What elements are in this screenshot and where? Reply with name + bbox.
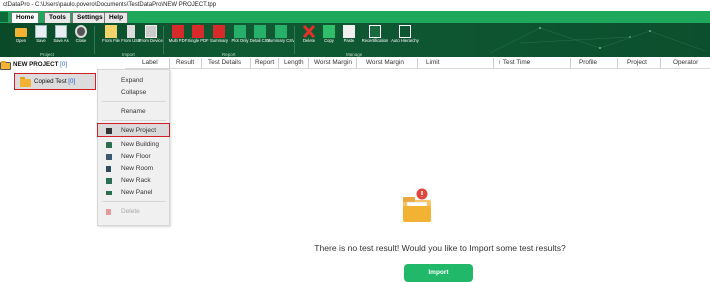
column-separator [493,58,494,68]
tree-root-label: NEW PROJECT [0] [13,61,68,68]
column-separator [250,58,251,68]
column-header-label[interactable]: Label [142,59,158,66]
column-header-profile[interactable]: Profile [579,59,597,66]
menu-item-rename[interactable]: Rename [98,106,169,118]
column-header-operator[interactable]: Operator [673,59,698,66]
plot-only-button[interactable]: Plot Only [229,24,251,50]
menu-bar: Home Tools Settings Help [0,11,710,23]
csv-icon [254,25,266,38]
ribbon-decoration [489,27,706,54]
pdf-icon [172,25,184,38]
menu-separator [102,120,166,121]
column-separator [356,58,357,68]
open-folder-icon [15,28,27,37]
open-button[interactable]: Open [10,24,32,50]
close-button[interactable]: Close [70,24,92,50]
close-circle-icon [75,25,87,38]
column-separator [417,58,418,68]
csv-summary-icon [275,25,287,38]
device-import-icon [145,25,157,38]
usb-import-icon [127,25,135,38]
import-from-device-button[interactable]: From Device [139,24,163,50]
building-icon [106,142,112,148]
paste-button[interactable]: Paste [338,24,360,50]
empty-folder-alert-icon [403,188,431,222]
menu-item-new-project[interactable]: New Project [97,123,170,137]
tab-settings[interactable]: Settings [72,12,108,23]
folder-icon [0,61,11,70]
pdf-summary-icon [213,25,225,38]
rack-icon [106,178,112,184]
save-button[interactable]: Save [30,24,52,50]
room-icon [106,166,111,172]
column-header-report[interactable]: Report [255,59,274,66]
column-header-worst-margin[interactable]: Worst Margin [314,59,352,66]
menu-item-new-building[interactable]: New Building [98,139,169,151]
menu-item-collapse[interactable]: Collapse [98,87,169,99]
menu-separator [102,101,166,102]
column-header-test-time[interactable]: ↑ Test Time [498,59,530,66]
import-button[interactable]: Import [404,264,473,282]
column-separator [201,58,202,68]
delete-button[interactable]: Delete [298,24,320,50]
column-header-test-details[interactable]: Test Details [208,59,241,66]
trash-icon [106,209,111,215]
summary-button[interactable]: Summary [208,24,230,50]
copy-icon [323,25,335,38]
menu-item-new-rack[interactable]: New Rack [98,175,169,187]
panel-icon [106,191,112,195]
column-separator [278,58,279,68]
paste-icon [343,25,355,38]
menu-item-new-room[interactable]: New Room [98,163,169,175]
pdf-icon [192,25,204,38]
column-separator [570,58,571,68]
column-header-result[interactable]: Result [176,59,194,66]
single-pdf-button[interactable]: Single PDF [187,24,209,50]
column-header-project[interactable]: Project [627,59,647,66]
window-title: ctDataPro - C:\Users\paulo.povero\Docume… [0,0,710,11]
tree-node-copied-test[interactable]: Copied Test [0] [14,73,96,90]
save-as-icon [55,25,67,38]
menu-item-delete[interactable]: Delete [98,206,169,218]
ribbon-toolbar: Open Save Save As Close Project From Fil… [0,23,710,57]
multi-pdf-button[interactable]: Multi PDF [167,24,189,50]
folder-icon [20,77,31,87]
import-from-usb-button[interactable]: From USB [120,24,142,50]
menu-item-expand[interactable]: Expand [98,75,169,87]
tab-home[interactable]: Home [11,12,40,23]
menu-item-new-panel[interactable]: New Panel [98,187,169,199]
ribbon-separator [94,26,95,54]
column-separator [308,58,309,68]
recertification-button[interactable]: Recertification [362,24,388,50]
summary-csv-button[interactable]: Summary CSV [267,24,295,50]
app-menu-icon[interactable] [0,12,8,22]
empty-state-message: There is no test result! Would you like … [314,243,566,253]
copy-button[interactable]: Copy [318,24,340,50]
results-table-header: Label Result Test Details Report Length … [125,57,710,69]
column-header-limit[interactable]: Limit [426,59,440,66]
folder-icon [106,128,112,134]
column-separator [169,58,170,68]
delete-x-icon [303,25,315,38]
menu-item-new-floor[interactable]: New Floor [98,151,169,163]
column-separator [617,58,618,68]
tab-tools[interactable]: Tools [44,12,71,23]
save-as-button[interactable]: Save As [50,24,72,50]
detail-csv-button[interactable]: Detail CSV [249,24,271,50]
column-separator [660,58,661,68]
tab-help[interactable]: Help [104,12,129,23]
floor-icon [106,154,112,160]
hierarchy-icon [399,25,411,38]
file-import-icon [105,25,117,38]
recertification-icon [369,25,381,38]
save-icon [35,25,47,38]
plot-icon [234,25,246,38]
import-from-file-button[interactable]: From File [100,24,122,50]
auto-hierarchy-button[interactable]: Auto Hierarchy [391,24,419,50]
column-header-length[interactable]: Length [284,59,304,66]
context-menu: Expand Collapse Rename New Project New B… [97,69,170,226]
column-header-worst-margin-2[interactable]: Worst Margin [366,59,404,66]
menu-separator [102,201,166,202]
